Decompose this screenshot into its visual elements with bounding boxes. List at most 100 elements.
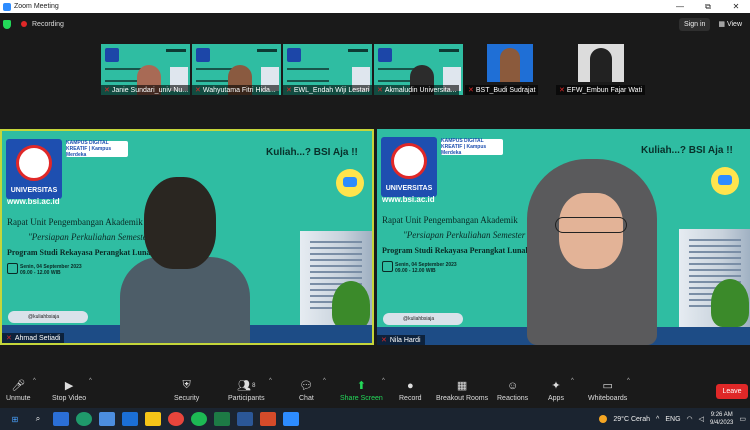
windows-start-icon[interactable]: ⊞ bbox=[7, 412, 23, 426]
clock-time: 9:26 AM bbox=[710, 412, 733, 418]
whiteboards-button[interactable]: ▭ Whiteboards bbox=[588, 379, 627, 402]
participant-thumbnail-strip: ✕ Janie Sundari_univ Nu... ✕ Wahyutama Fit… bbox=[101, 44, 645, 95]
chat-label: Chat bbox=[299, 395, 314, 402]
slide-title: Rapat Unit Pengembangan Akademik bbox=[382, 215, 518, 225]
clock-date: 9/4/2023 bbox=[710, 420, 734, 426]
weather-text[interactable]: 29°C Cerah bbox=[613, 416, 650, 423]
recording-indicator[interactable]: Recording bbox=[21, 21, 64, 28]
task-view-icon[interactable] bbox=[53, 412, 69, 426]
stop-video-button[interactable]: ▶ Stop Video bbox=[52, 379, 86, 402]
university-label: UNIVERSITAS bbox=[385, 185, 433, 192]
notifications-icon[interactable]: ▭ bbox=[739, 415, 746, 423]
calendar-icon bbox=[7, 263, 18, 274]
mic-muted-icon: ✕ bbox=[468, 87, 474, 94]
sign-in-button[interactable]: Sign in bbox=[678, 17, 711, 31]
share-screen-icon: ⬆ bbox=[356, 380, 367, 392]
partner-logos: KAMPUS DIGITAL KREATIF | Kampus Merdeka bbox=[441, 138, 503, 156]
chat-options-caret[interactable]: ^ bbox=[323, 378, 326, 384]
language-indicator[interactable]: ENG bbox=[665, 416, 680, 423]
record-label: Record bbox=[399, 395, 422, 402]
apps-icon: ✦ bbox=[551, 380, 561, 392]
partner-logos: KAMPUS DIGITAL KREATIF | Kampus Merdeka bbox=[66, 140, 128, 158]
participant-video bbox=[500, 48, 520, 82]
share-options-caret[interactable]: ^ bbox=[382, 378, 385, 384]
security-shield-icon[interactable] bbox=[3, 19, 11, 29]
edge-browser-icon[interactable] bbox=[76, 412, 92, 426]
share-screen-button[interactable]: ⬆ Share Screen bbox=[340, 379, 383, 402]
zoom-taskbar-icon[interactable] bbox=[283, 412, 299, 426]
participant-name: Nila Hardi bbox=[389, 336, 421, 344]
participant-tile[interactable]: ✕ Akmaludin Universita... bbox=[374, 44, 463, 95]
unmute-label: Unmute bbox=[6, 395, 31, 402]
file-explorer-icon[interactable] bbox=[145, 412, 161, 426]
record-dot-icon bbox=[21, 21, 27, 27]
wifi-icon[interactable]: ◠ bbox=[687, 415, 693, 423]
whiteboards-label: Whiteboards bbox=[588, 395, 628, 402]
mic-muted-icon: ✕ bbox=[195, 87, 201, 94]
active-speaker-tile[interactable]: UNIVERSITAS www.bsi.ac.id KAMPUS DIGITAL… bbox=[0, 129, 374, 345]
record-button[interactable]: ● Record bbox=[399, 379, 422, 403]
university-logo: UNIVERSITAS bbox=[6, 139, 62, 199]
participant-name: Akmaludin Universita... bbox=[384, 86, 457, 94]
leave-button[interactable]: Leave bbox=[716, 384, 748, 399]
participant-video bbox=[517, 159, 667, 345]
video-camera-icon: ▶ bbox=[64, 380, 74, 392]
minimize-button[interactable]: — bbox=[666, 2, 694, 12]
social-handle: @kuliahbsiaja bbox=[8, 311, 88, 323]
apps-options-caret[interactable]: ^ bbox=[571, 378, 574, 384]
maximize-button[interactable]: ⧉ bbox=[694, 2, 722, 12]
participant-name: EWL_Endah Wiji Lestari bbox=[293, 86, 370, 94]
participant-name: Ahmad Setiadi bbox=[14, 334, 61, 342]
apps-button[interactable]: ✦ Apps bbox=[548, 379, 564, 402]
shield-icon: ⛨ bbox=[182, 379, 191, 391]
tree-image bbox=[711, 279, 749, 327]
mic-muted-icon: ✕ bbox=[559, 87, 565, 94]
search-icon[interactable]: ⌕ bbox=[30, 412, 46, 426]
reactions-button[interactable]: ☺ Reactions bbox=[497, 379, 528, 403]
participant-nametag: ✕ Nila Hardi bbox=[377, 335, 425, 345]
chrome-icon[interactable] bbox=[168, 412, 184, 426]
security-button[interactable]: ⛨ Security bbox=[174, 379, 199, 402]
university-label: UNIVERSITAS bbox=[10, 187, 58, 194]
mic-muted-icon: ✕ bbox=[104, 87, 110, 94]
participant-tile[interactable]: ✕ Wahyutama Fitri Hida... bbox=[192, 44, 281, 95]
windows-taskbar: ⊞ ⌕ 29°C Cerah ^ ENG ◠ ◁ 9:26 AM 9/4/202… bbox=[0, 408, 750, 430]
participant-tile[interactable]: ✕ Janie Sundari_univ Nu... bbox=[101, 44, 190, 95]
close-button[interactable]: ✕ bbox=[722, 2, 750, 12]
breakout-rooms-label: Breakout Rooms bbox=[436, 395, 489, 402]
slide-slogan: Kuliah...? BSI Aja !! bbox=[641, 145, 733, 156]
view-button[interactable]: ▦ View bbox=[718, 20, 742, 28]
participant-name: BST_Budi Sudrajat bbox=[475, 86, 536, 94]
participants-count: 8 bbox=[252, 382, 256, 389]
whiteboards-options-caret[interactable]: ^ bbox=[627, 378, 630, 384]
clock[interactable]: 9:26 AM 9/4/2023 bbox=[710, 411, 733, 427]
app-icon[interactable] bbox=[260, 412, 276, 426]
participant-tile[interactable]: ✕ EWL_Endah Wiji Lestari bbox=[283, 44, 372, 95]
mail-icon[interactable] bbox=[122, 412, 138, 426]
participants-options-caret[interactable]: ^ bbox=[269, 378, 272, 384]
zoom-badge-icon bbox=[711, 167, 739, 195]
participant-nametag: ✕ Ahmad Setiadi bbox=[2, 333, 65, 343]
participant-tile[interactable]: ✕ EFW_Embun Fajar Wati bbox=[556, 44, 645, 95]
store-icon[interactable] bbox=[99, 412, 115, 426]
excel-icon[interactable] bbox=[214, 412, 230, 426]
video-options-caret[interactable]: ^ bbox=[89, 378, 92, 384]
participant-name: EFW_Embun Fajar Wati bbox=[566, 86, 643, 94]
spotify-icon[interactable] bbox=[191, 412, 207, 426]
share-screen-label: Share Screen bbox=[340, 395, 383, 402]
breakout-rooms-button[interactable]: ▦ Breakout Rooms bbox=[436, 379, 488, 402]
word-icon[interactable] bbox=[237, 412, 253, 426]
participant-main-tile[interactable]: UNIVERSITAS www.bsi.ac.id KAMPUS DIGITAL… bbox=[377, 129, 750, 345]
unmute-button[interactable]: 🎤︎ Unmute bbox=[6, 379, 31, 402]
tray-overflow-icon[interactable]: ^ bbox=[656, 416, 659, 423]
participants-icon: 👥︎ 8 bbox=[237, 380, 256, 392]
participants-button[interactable]: 👥︎ 8 Participants bbox=[228, 379, 265, 402]
slide-date-time: 09.00 - 12.00 WIB bbox=[395, 268, 436, 274]
zoom-app-icon bbox=[3, 2, 11, 11]
volume-icon[interactable]: ◁ bbox=[699, 415, 704, 423]
window-title: Zoom Meeting bbox=[14, 3, 59, 10]
participant-tile[interactable]: ✕ BST_Budi Sudrajat bbox=[465, 44, 554, 95]
slide-url: www.bsi.ac.id bbox=[7, 197, 60, 206]
audio-options-caret[interactable]: ^ bbox=[33, 378, 36, 384]
chat-button[interactable]: 💬︎ Chat bbox=[299, 379, 314, 402]
